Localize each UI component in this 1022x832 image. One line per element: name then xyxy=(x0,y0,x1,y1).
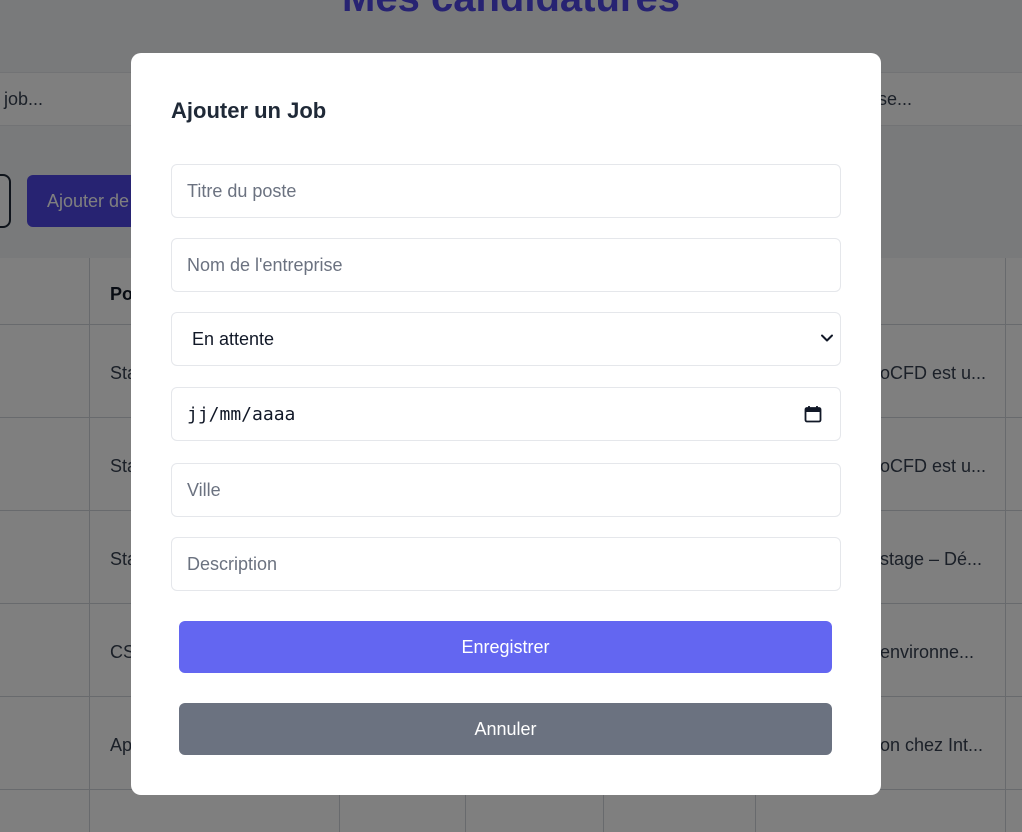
save-button[interactable]: Enregistrer xyxy=(179,621,832,673)
city-placeholder: Ville xyxy=(187,479,221,500)
cancel-button[interactable]: Annuler xyxy=(179,703,832,755)
chevron-down-icon xyxy=(821,334,833,342)
date-input[interactable]: jj/mm/aaaa xyxy=(171,387,841,441)
job-title-input[interactable]: Titre du poste xyxy=(171,164,841,218)
modal-title: Ajouter un Job xyxy=(171,98,327,123)
status-select[interactable]: En attente xyxy=(171,312,841,366)
company-name-placeholder: Nom de l'entreprise xyxy=(187,254,343,275)
date-placeholder: jj/mm/aaaa xyxy=(187,403,296,425)
city-input[interactable]: Ville xyxy=(171,463,841,517)
calendar-icon[interactable] xyxy=(804,405,822,423)
company-name-input[interactable]: Nom de l'entreprise xyxy=(171,238,841,292)
status-selected-value: En attente xyxy=(192,328,275,349)
job-title-placeholder: Titre du poste xyxy=(187,180,297,201)
description-input[interactable]: Description xyxy=(171,537,841,591)
add-job-modal: Ajouter un Job Titre du poste Nom de l'e… xyxy=(131,53,881,795)
description-placeholder: Description xyxy=(187,553,278,574)
